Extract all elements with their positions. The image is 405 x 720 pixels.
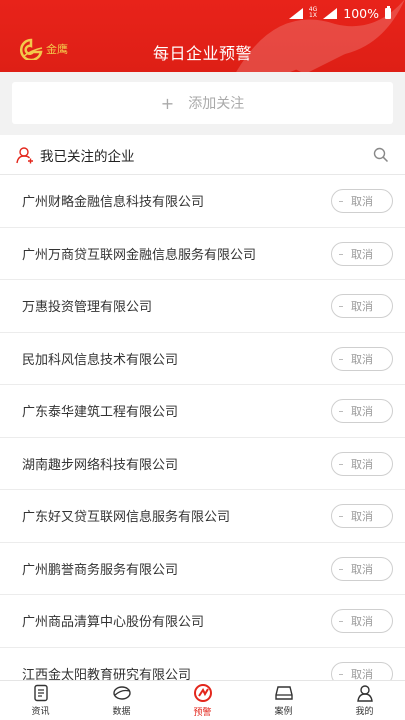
company-name: 民加科风信息技术有限公司 [22,352,179,368]
unfollow-label: 取消 [351,667,373,681]
unfollow-button[interactable]: 取消 [331,399,393,423]
nav-item-data[interactable]: 数据 [81,681,162,720]
company-name: 广州商品清算中心股份有限公司 [22,615,205,631]
unfollow-label: 取消 [351,195,373,208]
nav-item-case[interactable]: 案例 [243,681,324,720]
page-title: 每日企业预警 [152,44,252,63]
unfollow-button[interactable]: 取消 [331,556,393,581]
nav-label-case: 案例 [274,707,293,717]
unfollow-button[interactable]: 取消 [331,661,393,681]
company-row[interactable]: 广东好又贷互联网信息服务有限公司 取消 [0,490,405,543]
unfollow-label: 取消 [351,247,373,261]
nav-item-profile[interactable]: 我的 [324,681,405,720]
alert-icon [193,684,212,702]
company-name: 万惠投资管理有限公司 [22,300,153,316]
unfollow-button[interactable]: 取消 [331,189,393,213]
company-row[interactable]: 江西金太阳教育研究有限公司 取消 [0,648,405,681]
minus-icon [339,358,343,360]
company-name: 江西金太阳教育研究有限公司 [22,667,192,680]
nav-item-news[interactable]: 资讯 [0,681,81,720]
app-header: 4G 1X 100% 金鹰 每日企业预警 [0,0,405,72]
nav-label-news: 资讯 [31,707,50,717]
unfollow-label: 取消 [351,352,373,366]
search-icon[interactable] [373,147,389,163]
followed-companies-section: 我已关注的企业 广州财略金融信息科技有限公司 取消 广州万商贷互联网金融信息服务有限… [0,135,405,680]
minus-icon [339,673,343,675]
unfollow-label: 取消 [351,510,373,523]
unfollow-button[interactable]: 取消 [331,241,393,266]
plus-icon: + [160,93,175,113]
unfollow-button[interactable]: 取消 [331,609,393,633]
minus-icon [339,621,343,622]
unfollow-label: 取消 [351,405,373,418]
company-list: 广州财略金融信息科技有限公司 取消 广州万商贷互联网金融信息服务有限公司 取消 万惠投资… [0,175,405,680]
company-row[interactable]: 民加科风信息技术有限公司 取消 [0,333,405,385]
company-name: 广州万商贷互联网金融信息服务有限公司 [22,247,257,263]
company-row[interactable]: 广州鹏誉商务服务有限公司 取消 [0,543,405,595]
unfollow-label: 取消 [351,457,373,471]
news-icon [33,684,48,702]
company-name: 广东好又贷互联网信息服务有限公司 [22,510,231,526]
company-row[interactable]: 广州万商贷互联网金融信息服务有限公司 取消 [0,228,405,280]
section-header: 我已关注的企业 [0,135,405,175]
unfollow-label: 取消 [351,562,373,576]
unfollow-button[interactable]: 取消 [331,294,393,318]
network-indicator: 4G 1X [308,6,318,19]
unfollow-label: 取消 [351,615,373,628]
minus-icon [339,463,343,465]
company-row[interactable]: 湖南趣步网络科技有限公司 取消 [0,438,405,490]
status-bar: 4G 1X 100% [0,0,405,26]
minus-icon [339,411,343,412]
battery-icon [385,5,391,19]
battery-percent: 100% [343,5,379,21]
signal-icon [288,7,303,19]
company-row[interactable]: 万惠投资管理有限公司 取消 [0,280,405,333]
company-row[interactable]: 广东泰华建筑工程有限公司 取消 [0,385,405,438]
nav-label-alert: 预警 [193,708,212,718]
company-row[interactable]: 广州商品清算中心股份有限公司 取消 [0,595,405,648]
case-icon [274,686,293,700]
unfollow-button[interactable]: 取消 [331,451,393,476]
company-row[interactable]: 广州财略金融信息科技有限公司 取消 [0,175,405,228]
unfollow-button[interactable]: 取消 [331,504,393,528]
minus-icon [339,516,343,517]
minus-icon [339,306,343,307]
user-follow-icon [16,146,33,163]
minus-icon [339,253,343,255]
company-name: 湖南趣步网络科技有限公司 [22,457,179,473]
add-follow-button[interactable]: + 添加关注 [12,82,393,124]
unfollow-button[interactable]: 取消 [331,346,393,371]
data-icon [112,686,131,700]
signal-icon-2 [323,7,338,19]
company-name: 广东泰华建筑工程有限公司 [22,405,179,421]
section-title: 我已关注的企业 [40,148,135,165]
bottom-nav: 资讯 数据 预警 案例 我的 [0,680,405,720]
nav-label-profile: 我的 [355,707,374,717]
company-name: 广州财略金融信息科技有限公司 [22,195,205,211]
minus-icon [339,201,343,202]
nav-label-data: 数据 [112,707,131,717]
unfollow-label: 取消 [351,300,373,313]
add-follow-label: 添加关注 [188,96,245,112]
company-name: 广州鹏誉商务服务有限公司 [22,562,179,578]
minus-icon [339,568,343,570]
nav-item-alert[interactable]: 预警 [162,681,243,720]
profile-icon [356,685,373,702]
